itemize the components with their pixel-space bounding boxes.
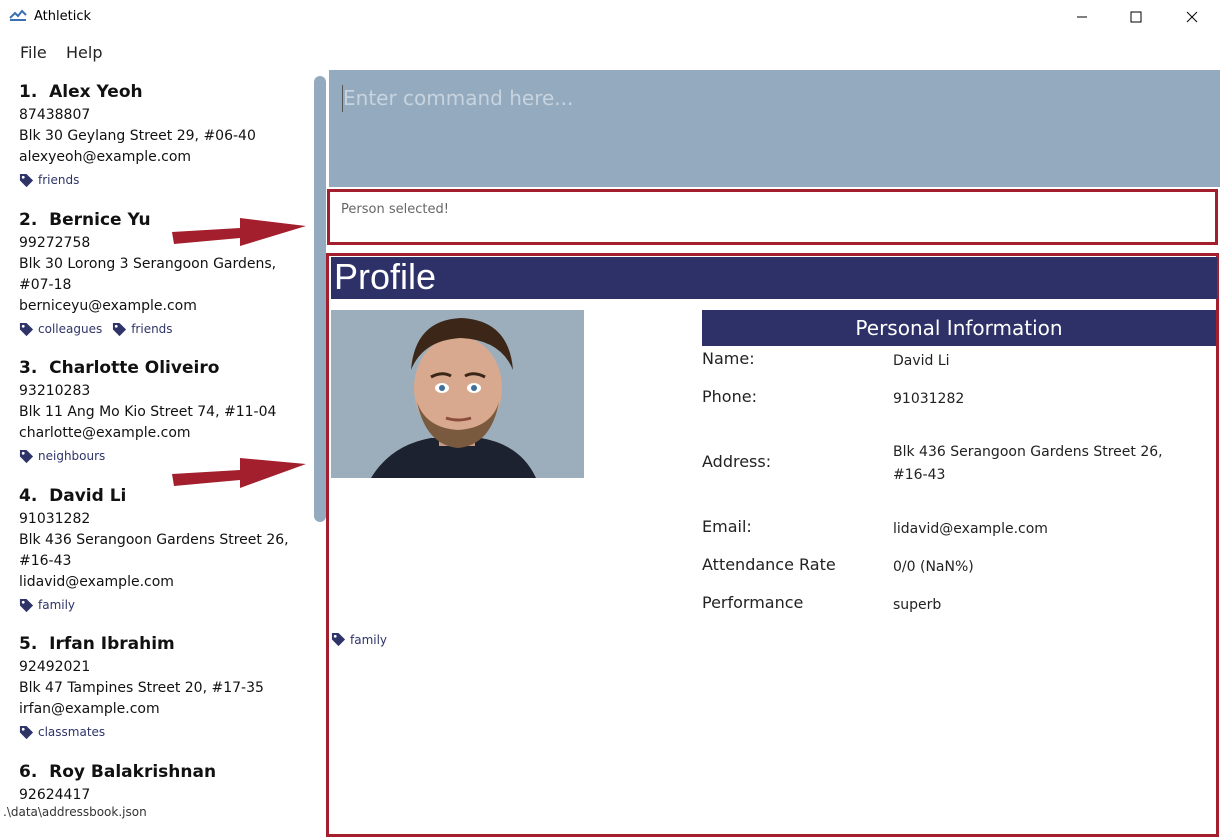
- person-phone: 92492021: [19, 659, 91, 675]
- tag-icon: [113, 322, 127, 336]
- menu-bar: File Help: [0, 34, 1220, 70]
- person-list[interactable]: 1. Alex Yeoh 87438807 Blk 30 Geylang Str…: [0, 70, 328, 837]
- performance-value: superb: [893, 597, 942, 613]
- tag-colleagues: colleagues: [19, 322, 102, 337]
- profile-title: Profile: [334, 256, 437, 297]
- person-email: irfan@example.com: [19, 701, 160, 717]
- person-phone: 93210283: [19, 383, 91, 399]
- tag-icon: [19, 449, 34, 463]
- person-email: charlotte@example.com: [19, 425, 191, 441]
- tag-neighbours: neighbours: [19, 449, 105, 464]
- personal-info-header: Personal Information: [702, 310, 1216, 346]
- result-message: Person selected!: [341, 202, 449, 217]
- person-email: lidavid@example.com: [19, 574, 174, 590]
- email-label: Email:: [702, 517, 752, 536]
- status-bar-path: .\data\addressbook.json: [3, 805, 147, 819]
- tag-icon: [19, 322, 34, 336]
- phone-label: Phone:: [702, 387, 757, 406]
- person-card[interactable]: 3. Charlotte Oliveiro 93210283 Blk 11 An…: [19, 355, 309, 466]
- person-card[interactable]: 6. Roy Balakrishnan 92624417: [19, 759, 309, 806]
- email-value: lidavid@example.com: [893, 521, 1048, 537]
- annotation-arrow-icon: [172, 458, 306, 488]
- person-address: Blk 47 Tampines Street 20, #17-35: [19, 680, 264, 696]
- window-title: Athletick: [34, 9, 91, 24]
- close-button[interactable]: [1169, 0, 1215, 34]
- phone-value: 91031282: [893, 391, 965, 407]
- address-label: Address:: [702, 452, 772, 471]
- maximize-icon: [1130, 11, 1142, 23]
- address-line: Blk 436 Serangoon Gardens Street 26,: [893, 444, 1163, 460]
- person-name: 1. Alex Yeoh: [19, 82, 143, 102]
- person-address: Blk 30 Lorong 3 Serangoon Gardens,: [19, 256, 277, 272]
- list-scrollbar[interactable]: [314, 76, 326, 522]
- annotation-arrow-icon: [172, 218, 306, 246]
- person-card[interactable]: 1. Alex Yeoh 87438807 Blk 30 Geylang Str…: [19, 79, 309, 190]
- person-name: 6. Roy Balakrishnan: [19, 762, 217, 782]
- name-value: David Li: [893, 353, 950, 369]
- tag-friends: friends: [19, 173, 79, 188]
- person-address-cont: #07-18: [19, 277, 72, 293]
- tag-icon: [19, 725, 34, 739]
- person-address: Blk 11 Ang Mo Kio Street 74, #11-04: [19, 404, 277, 420]
- name-label: Name:: [702, 349, 755, 368]
- person-phone: 87438807: [19, 107, 91, 123]
- profile-tag-family: family: [331, 632, 387, 647]
- command-box[interactable]: [329, 70, 1220, 187]
- person-address-cont: #16-43: [19, 553, 72, 569]
- person-address: Blk 30 Geylang Street 29, #06-40: [19, 128, 256, 144]
- minimize-icon: [1077, 16, 1087, 18]
- menu-help[interactable]: Help: [66, 43, 102, 62]
- person-email: alexyeoh@example.com: [19, 149, 192, 165]
- menu-file[interactable]: File: [20, 43, 47, 62]
- person-card[interactable]: 4. David Li 91031282 Blk 436 Serangoon G…: [19, 483, 309, 615]
- person-card[interactable]: 5. Irfan Ibrahim 92492021 Blk 47 Tampine…: [19, 631, 309, 742]
- command-input[interactable]: [343, 82, 1203, 114]
- person-phone: 92624417: [19, 787, 91, 803]
- maximize-button[interactable]: [1113, 0, 1159, 34]
- address-value: Blk 436 Serangoon Gardens Street 26, #16…: [893, 441, 1193, 487]
- personal-info-title: Personal Information: [855, 316, 1063, 340]
- person-name: 3. Charlotte Oliveiro: [19, 358, 220, 378]
- tag-icon: [19, 173, 34, 187]
- title-bar: Athletick: [0, 0, 1220, 34]
- person-email: berniceyu@example.com: [19, 298, 197, 314]
- minimize-button[interactable]: [1059, 0, 1105, 34]
- profile-header: Profile: [331, 257, 1217, 299]
- tag-family: family: [19, 598, 75, 613]
- performance-label: Performance: [702, 593, 804, 612]
- attendance-value: 0/0 (NaN%): [893, 559, 974, 575]
- close-icon: [1186, 11, 1198, 23]
- tag-icon: [19, 598, 34, 612]
- person-address: Blk 436 Serangoon Gardens Street 26,: [19, 532, 289, 548]
- tag-classmates: classmates: [19, 725, 105, 740]
- tag-icon: [331, 632, 346, 647]
- person-name: 5. Irfan Ibrahim: [19, 634, 175, 654]
- result-display: Person selected!: [327, 189, 1218, 245]
- app-logo-icon: [9, 9, 27, 21]
- person-phone: 91031282: [19, 511, 91, 527]
- address-line: #16-43: [893, 467, 946, 483]
- profile-panel: Profile Personal Information Name: David…: [326, 253, 1219, 837]
- attendance-label: Attendance Rate: [702, 555, 836, 574]
- profile-photo: [331, 310, 584, 478]
- tag-friends: friends: [112, 322, 173, 337]
